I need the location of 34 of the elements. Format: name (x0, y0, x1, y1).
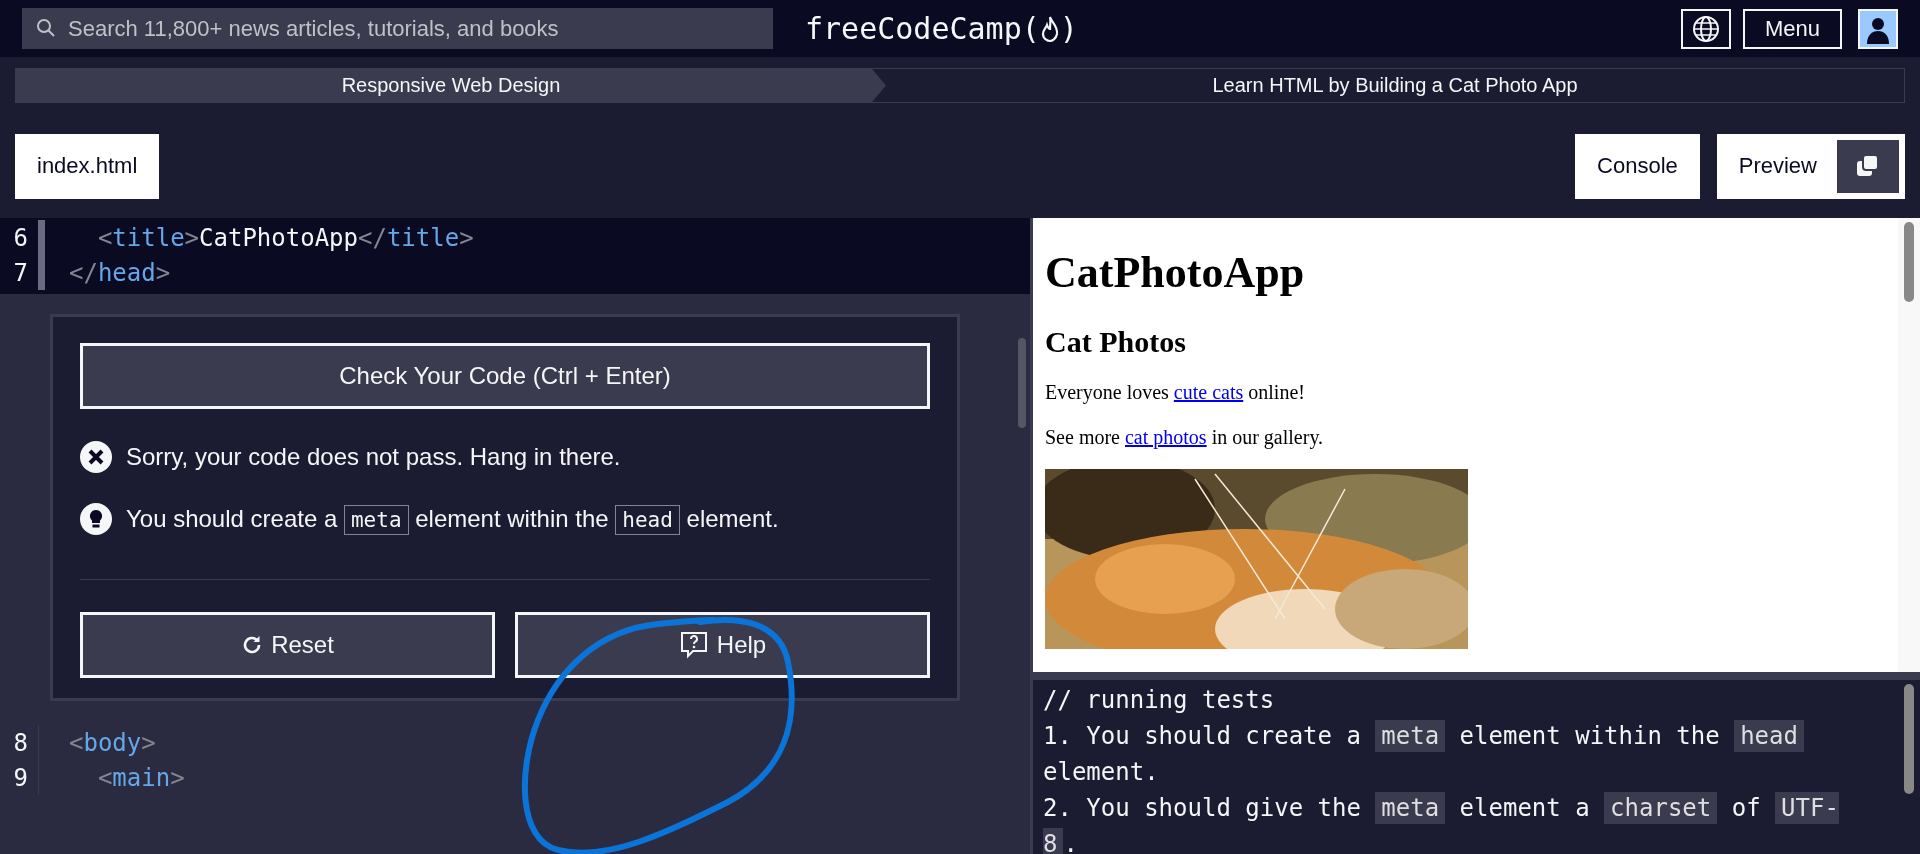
lightbulb-icon (80, 503, 112, 535)
logo-text[interactable]: freeCodeCamp( (805, 11, 1040, 46)
preview-paragraph: Everyone loves cute cats online! (1045, 381, 1306, 405)
search-icon (36, 18, 56, 38)
close-circle-icon (80, 441, 112, 473)
file-tab[interactable]: index.html (15, 133, 160, 199)
help-button[interactable]: Help (515, 612, 930, 678)
breadcrumb[interactable]: Responsive Web Design (16, 69, 886, 102)
preview-button[interactable]: Preview (1716, 133, 1905, 199)
question-bubble-icon (678, 630, 709, 660)
breadcrumb[interactable]: Learn HTML by Building a Cat Photo App (886, 69, 1904, 102)
preview-heading: CatPhotoApp (1045, 247, 1306, 299)
logo-text: ) (1059, 11, 1078, 46)
globe-icon (1690, 13, 1721, 44)
reset-button[interactable]: Reset (80, 612, 495, 678)
link[interactable]: cute cats (1173, 381, 1244, 404)
link[interactable]: cat photos (1125, 426, 1207, 449)
hint-text: You should create a meta element within the head element. (126, 499, 779, 539)
check-code-button[interactable]: Check Your Code (Ctrl + Enter) (80, 343, 930, 409)
scrollbar[interactable] (1018, 338, 1026, 428)
status-message: Sorry, your code does not pass. Hang in there. (126, 442, 621, 472)
preview-paragraph: See more cat photos in our gallery. (1045, 426, 1325, 450)
flame-icon (1039, 14, 1060, 43)
search-field[interactable]: Search 11,800+ news articles, tutorials, and books (22, 8, 773, 49)
menu-button[interactable]: Menu (1742, 8, 1842, 49)
scrollbar[interactable] (1898, 218, 1920, 672)
console-line: // running tests (1043, 685, 1276, 716)
code-line: 8 <body> (0, 725, 1030, 760)
globe-button[interactable] (1680, 8, 1731, 49)
code-line: 9 <main> (0, 760, 1030, 795)
preview-subheading: Cat Photos (1045, 325, 1187, 360)
console-line: 1. You should create a meta element within the head element. (1043, 718, 1870, 790)
avatar-icon[interactable] (1858, 8, 1898, 49)
console-button[interactable]: Console (1575, 133, 1700, 199)
